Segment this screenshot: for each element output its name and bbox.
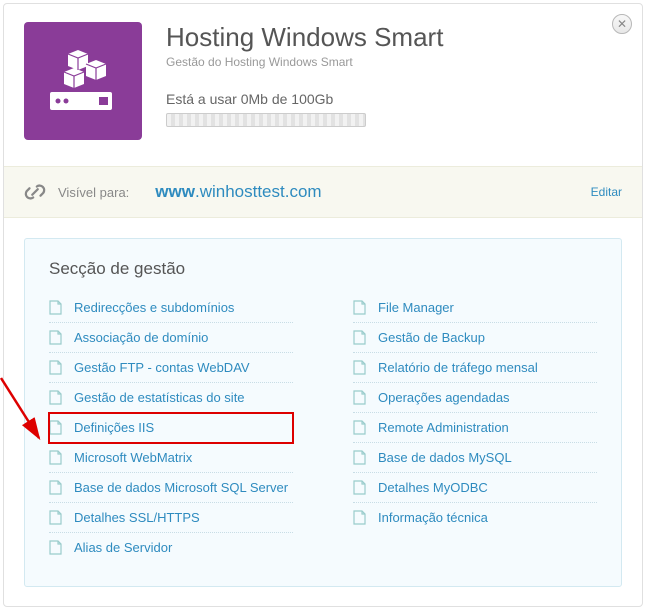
usage-progress-bar bbox=[166, 113, 366, 127]
mgmt-item-iis: Definições IIS bbox=[49, 413, 293, 443]
mgmt-item-sqlserver: Base de dados Microsoft SQL Server bbox=[49, 473, 293, 503]
link-alias[interactable]: Alias de Servidor bbox=[74, 540, 172, 555]
mgmt-item-myodbc: Detalhes MyODBC bbox=[353, 473, 597, 503]
link-mysql[interactable]: Base de dados MySQL bbox=[378, 450, 512, 465]
link-sqlserver[interactable]: Base de dados Microsoft SQL Server bbox=[74, 480, 288, 495]
link-domain-assoc[interactable]: Associação de domínio bbox=[74, 330, 208, 345]
link-remote[interactable]: Remote Administration bbox=[378, 420, 509, 435]
mgmt-item-remote: Remote Administration bbox=[353, 413, 597, 443]
panel-header: Hosting Windows Smart Gestão do Hosting … bbox=[4, 4, 642, 166]
mgmt-item-webmatrix: Microsoft WebMatrix bbox=[49, 443, 293, 473]
mgmt-item-backup: Gestão de Backup bbox=[353, 323, 597, 353]
link-scheduled[interactable]: Operações agendadas bbox=[378, 390, 510, 405]
mgmt-item-redirections: Redirecções e subdomínios bbox=[49, 293, 293, 323]
link-backup[interactable]: Gestão de Backup bbox=[378, 330, 485, 345]
file-icon bbox=[353, 390, 366, 405]
page-title: Hosting Windows Smart bbox=[166, 22, 443, 53]
usage-text: Está a usar 0Mb de 100Gb bbox=[166, 91, 443, 107]
file-icon bbox=[49, 330, 62, 345]
file-icon bbox=[353, 330, 366, 345]
mgmt-item-stats: Gestão de estatísticas do site bbox=[49, 383, 293, 413]
link-webmatrix[interactable]: Microsoft WebMatrix bbox=[74, 450, 192, 465]
file-icon bbox=[353, 450, 366, 465]
management-columns: Redirecções e subdomínios Associação de … bbox=[49, 293, 597, 562]
link-filemgr[interactable]: File Manager bbox=[378, 300, 454, 315]
link-myodbc[interactable]: Detalhes MyODBC bbox=[378, 480, 488, 495]
file-icon bbox=[49, 540, 62, 555]
file-icon bbox=[49, 360, 62, 375]
management-col-left: Redirecções e subdomínios Associação de … bbox=[49, 293, 293, 562]
mgmt-item-traffic: Relatório de tráfego mensal bbox=[353, 353, 597, 383]
link-ftp[interactable]: Gestão FTP - contas WebDAV bbox=[74, 360, 250, 375]
link-techinfo[interactable]: Informação técnica bbox=[378, 510, 488, 525]
visibility-bar: Visível para: www.winhosttest.com Editar bbox=[4, 166, 642, 218]
link-stats[interactable]: Gestão de estatísticas do site bbox=[74, 390, 245, 405]
visibility-label: Visível para: bbox=[58, 185, 129, 200]
page-subtitle: Gestão do Hosting Windows Smart bbox=[166, 55, 443, 69]
mgmt-item-ftp: Gestão FTP - contas WebDAV bbox=[49, 353, 293, 383]
file-icon bbox=[353, 480, 366, 495]
mgmt-item-scheduled: Operações agendadas bbox=[353, 383, 597, 413]
link-icon bbox=[24, 181, 46, 203]
close-button[interactable]: ✕ bbox=[612, 14, 632, 34]
link-iis[interactable]: Definições IIS bbox=[74, 420, 154, 435]
product-icon bbox=[24, 22, 142, 140]
visible-domain[interactable]: www.winhosttest.com bbox=[155, 182, 321, 202]
mgmt-item-alias: Alias de Servidor bbox=[49, 533, 293, 562]
file-icon bbox=[49, 480, 62, 495]
close-icon: ✕ bbox=[617, 17, 627, 31]
file-icon bbox=[49, 390, 62, 405]
management-section: Secção de gestão Redirecções e subdomíni… bbox=[24, 238, 622, 587]
file-icon bbox=[49, 300, 62, 315]
hosting-panel: ✕ bbox=[3, 3, 643, 607]
file-icon bbox=[353, 300, 366, 315]
mgmt-item-mysql: Base de dados MySQL bbox=[353, 443, 597, 473]
mgmt-item-techinfo: Informação técnica bbox=[353, 503, 597, 532]
domain-name: .winhosttest.com bbox=[195, 182, 322, 201]
file-icon bbox=[49, 420, 62, 435]
management-col-right: File Manager Gestão de Backup Relatório … bbox=[353, 293, 597, 562]
mgmt-item-filemgr: File Manager bbox=[353, 293, 597, 323]
file-icon bbox=[353, 420, 366, 435]
file-icon bbox=[49, 450, 62, 465]
server-boxes-icon bbox=[44, 42, 122, 120]
domain-www: www bbox=[155, 182, 195, 201]
mgmt-item-domain-assoc: Associação de domínio bbox=[49, 323, 293, 353]
file-icon bbox=[353, 360, 366, 375]
link-redirections[interactable]: Redirecções e subdomínios bbox=[74, 300, 234, 315]
header-text-block: Hosting Windows Smart Gestão do Hosting … bbox=[166, 22, 443, 140]
link-traffic[interactable]: Relatório de tráfego mensal bbox=[378, 360, 538, 375]
file-icon bbox=[49, 510, 62, 525]
link-ssl[interactable]: Detalhes SSL/HTTPS bbox=[74, 510, 200, 525]
management-title: Secção de gestão bbox=[49, 259, 597, 279]
edit-link[interactable]: Editar bbox=[591, 185, 622, 199]
file-icon bbox=[353, 510, 366, 525]
mgmt-item-ssl: Detalhes SSL/HTTPS bbox=[49, 503, 293, 533]
